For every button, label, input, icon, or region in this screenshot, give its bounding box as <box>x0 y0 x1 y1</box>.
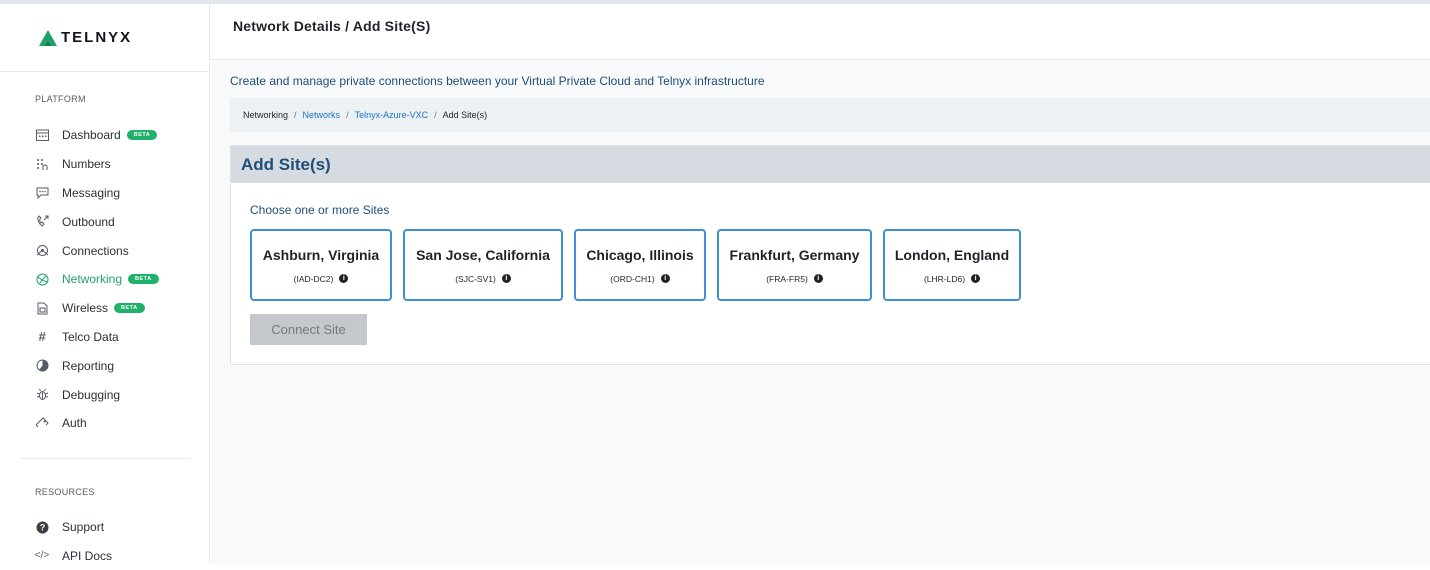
site-options: Ashburn, Virginia (IAD-DC2) i San Jose, … <box>250 229 1430 301</box>
phone-outgoing-icon <box>35 215 49 229</box>
panel-body: Choose one or more Sites Ashburn, Virgin… <box>231 183 1430 345</box>
chat-bubble-icon <box>35 186 49 200</box>
site-name: San Jose, California <box>416 246 550 263</box>
sidebar-divider <box>20 457 190 459</box>
sidebar-item-support[interactable]: ? Support <box>0 513 209 542</box>
sidebar-item-dashboard[interactable]: Dashboard BETA <box>0 121 209 150</box>
sidebar-item-connections[interactable]: Connections <box>0 236 209 265</box>
beta-badge: BETA <box>114 303 145 314</box>
breadcrumb-networking: Networking <box>243 110 289 120</box>
sidebar-item-api-docs[interactable]: </> API Docs <box>0 542 209 570</box>
info-icon[interactable]: i <box>501 274 511 283</box>
site-code-row: (SJC-SV1) i <box>455 274 511 284</box>
sim-card-icon <box>35 301 49 315</box>
sidebar-item-label: Support <box>62 520 105 535</box>
sidebar-item-label: Wireless <box>62 301 109 316</box>
sidebar-item-label: Reporting <box>62 358 115 373</box>
network-nodes-icon <box>35 244 49 258</box>
sidebar-item-label: Dashboard <box>62 128 121 143</box>
calendar-icon <box>35 128 49 142</box>
sidebar-item-reporting[interactable]: Reporting <box>0 351 209 380</box>
globe-network-icon <box>35 272 49 286</box>
main-content: Network Details / Add Site(S) Create and… <box>211 4 1430 564</box>
svg-text:?: ? <box>39 522 45 532</box>
add-sites-panel: Add Site(s) Choose one or more Sites Ash… <box>230 145 1430 365</box>
sidebar-item-telco-data[interactable]: # Telco Data <box>0 323 209 352</box>
site-name: London, England <box>894 246 1010 263</box>
info-icon[interactable]: i <box>660 274 670 283</box>
info-icon[interactable]: i <box>813 274 823 283</box>
site-code: (ORD-CH1) <box>610 273 655 284</box>
sidebar-item-label: Numbers <box>62 157 111 172</box>
page-header: Network Details / Add Site(S) <box>211 4 1430 60</box>
sidebar-item-numbers[interactable]: Numbers <box>0 150 209 179</box>
hash-icon: # <box>38 329 46 345</box>
site-card-chicago[interactable]: Chicago, Illinois (ORD-CH1) i <box>574 229 706 301</box>
code-icon: </> <box>34 550 50 562</box>
beta-badge: BETA <box>126 130 158 141</box>
bug-icon <box>35 388 49 402</box>
sidebar-item-outbound[interactable]: Outbound <box>0 207 209 236</box>
site-code: (IAD-DC2) <box>293 273 334 284</box>
choose-sites-label: Choose one or more Sites <box>250 203 390 217</box>
breadcrumb-separator: / <box>346 110 349 120</box>
site-code: (SJC-SV1) <box>455 273 496 284</box>
sidebar-item-networking[interactable]: Networking BETA <box>0 265 209 294</box>
site-card-london[interactable]: London, England (LHR-LD6) i <box>883 229 1021 301</box>
site-code-row: (ORD-CH1) i <box>610 273 670 284</box>
breadcrumb-separator: / <box>294 110 297 120</box>
site-card-ashburn[interactable]: Ashburn, Virginia (IAD-DC2) i <box>250 229 392 301</box>
site-code: (LHR-LD6) <box>923 273 966 284</box>
page-title: Network Details / Add Site(S) <box>233 17 431 34</box>
help-circle-icon: ? <box>35 520 49 534</box>
sidebar-item-label: API Docs <box>62 548 113 563</box>
sidebar: TELNYX PLATFORM Dashboard BETA Numbers M… <box>0 4 210 564</box>
site-code-row: (LHR-LD6) i <box>923 273 981 284</box>
breadcrumb-network-link[interactable]: Telnyx-Azure-VXC <box>355 110 429 120</box>
info-icon[interactable]: i <box>339 274 349 283</box>
sidebar-item-wireless[interactable]: Wireless BETA <box>0 294 209 323</box>
pie-chart-icon <box>35 359 49 373</box>
sidebar-item-label: Messaging <box>62 185 121 200</box>
site-code-row: (FRA-FR5) i <box>766 274 823 284</box>
panel-header: Add Site(s) <box>231 146 1430 183</box>
page-description: Create and manage private connections be… <box>230 74 765 88</box>
telnyx-logo-icon <box>39 29 57 46</box>
dialpad-icon <box>35 157 49 171</box>
breadcrumb-current: Add Site(s) <box>442 110 488 120</box>
site-code: (FRA-FR5) <box>766 273 808 284</box>
site-code-row: (IAD-DC2) i <box>294 274 349 284</box>
site-name: Frankfurt, Germany <box>729 246 860 263</box>
logo[interactable]: TELNYX <box>0 4 209 72</box>
site-name: Chicago, Illinois <box>586 246 694 263</box>
sidebar-item-auth[interactable]: Auth <box>0 409 209 438</box>
sidebar-item-label: Auth <box>62 416 87 431</box>
breadcrumb-networks-link[interactable]: Networks <box>303 110 341 120</box>
connect-site-button[interactable]: Connect Site <box>250 314 367 345</box>
panel-title: Add Site(s) <box>241 154 331 174</box>
info-icon[interactable]: i <box>971 274 981 283</box>
resources-nav: ? Support </> API Docs <box>0 513 209 570</box>
sidebar-item-label: Networking <box>62 272 123 287</box>
breadcrumb: Networking / Networks / Telnyx-Azure-VXC… <box>230 98 1430 132</box>
platform-nav: Dashboard BETA Numbers Messaging Outboun… <box>0 121 209 438</box>
key-icon <box>35 416 49 430</box>
sidebar-item-messaging[interactable]: Messaging <box>0 179 209 208</box>
beta-badge: BETA <box>128 274 159 285</box>
site-card-san-jose[interactable]: San Jose, California (SJC-SV1) i <box>403 229 563 301</box>
sidebar-item-label: Debugging <box>62 387 121 402</box>
site-card-frankfurt[interactable]: Frankfurt, Germany (FRA-FR5) i <box>717 229 872 301</box>
platform-section-label: PLATFORM <box>35 94 86 104</box>
sidebar-item-label: Outbound <box>62 214 115 229</box>
site-name: Ashburn, Virginia <box>262 246 380 263</box>
sidebar-item-label: Connections <box>62 243 129 258</box>
brand-name: TELNYX <box>61 29 133 46</box>
resources-section-label: RESOURCES <box>35 486 95 497</box>
sidebar-item-label: Telco Data <box>62 329 119 344</box>
breadcrumb-separator: / <box>434 110 437 120</box>
sidebar-item-debugging[interactable]: Debugging <box>0 380 209 409</box>
